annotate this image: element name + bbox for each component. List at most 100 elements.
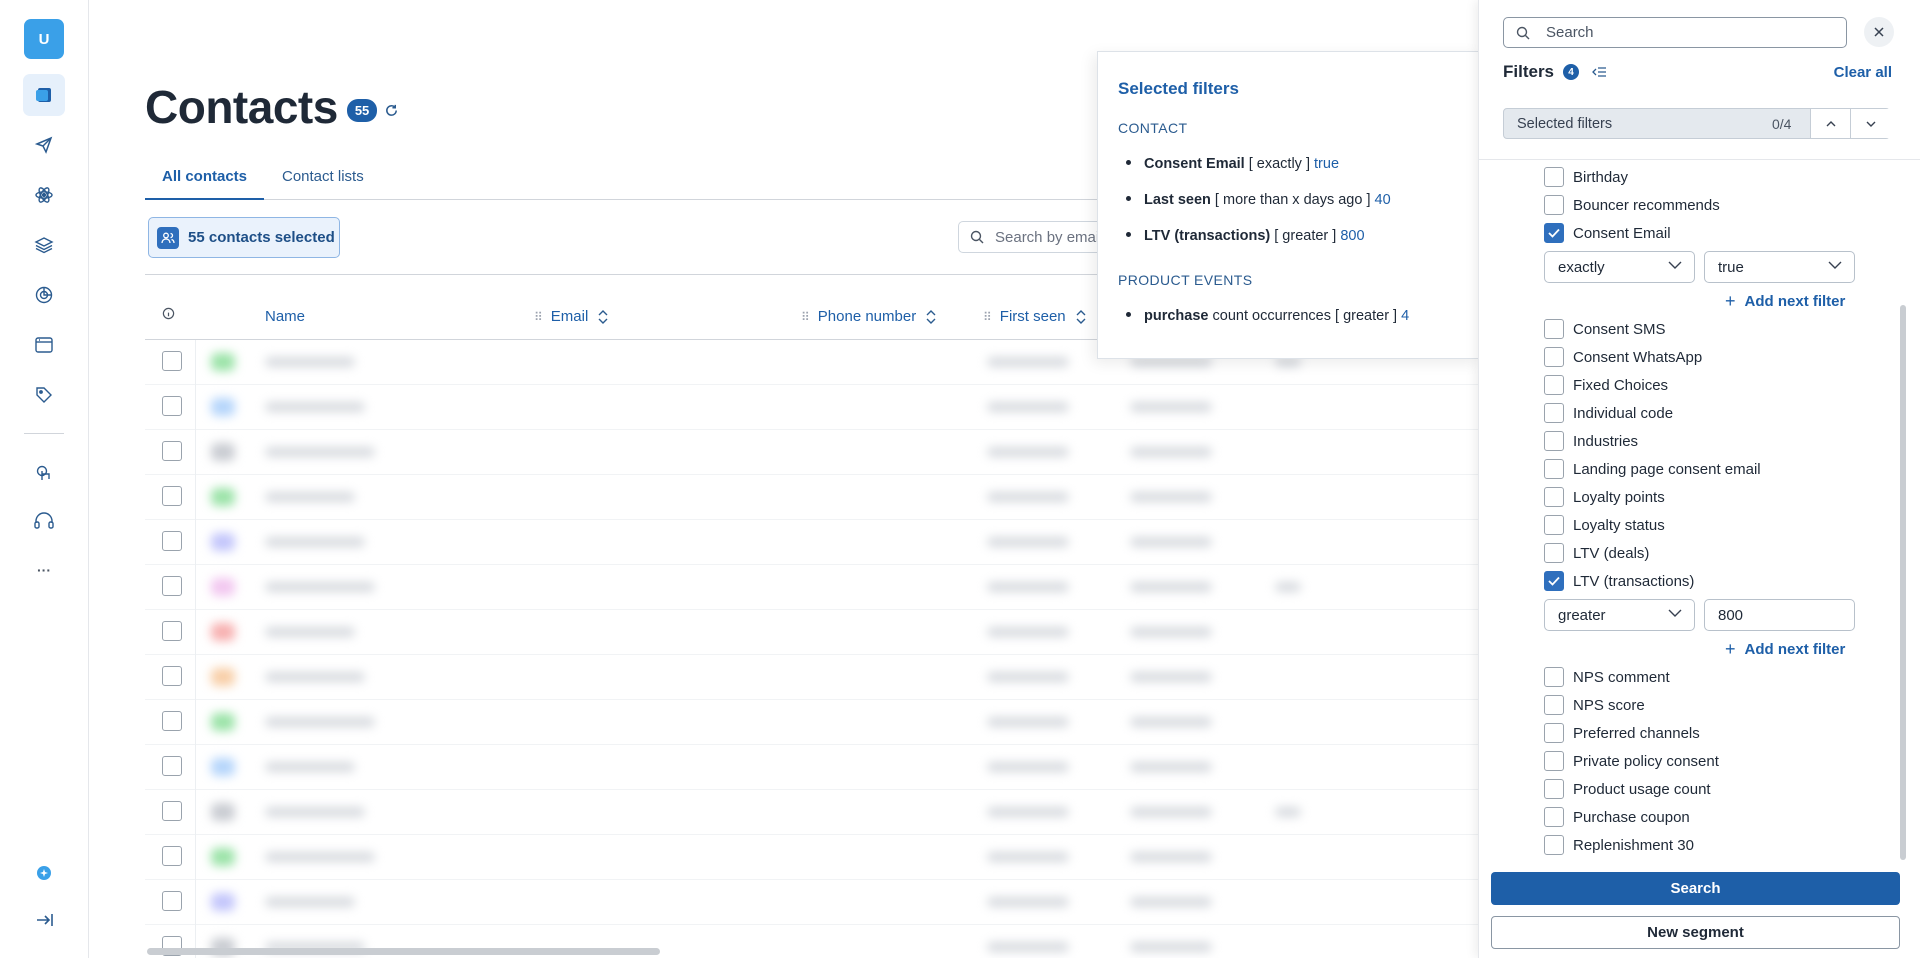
checkbox[interactable] — [1544, 459, 1564, 479]
contacts-icon[interactable] — [23, 74, 65, 116]
checkbox[interactable] — [1544, 319, 1564, 339]
add-next-filter-button[interactable]: + Add next filter — [1725, 291, 1845, 311]
tag-icon[interactable] — [23, 374, 65, 416]
filter-item-nps-comment[interactable]: NPS comment — [1544, 666, 1670, 688]
table-row[interactable] — [145, 475, 1479, 520]
atom-icon[interactable] — [23, 174, 65, 216]
table-row[interactable] — [145, 565, 1479, 610]
filter-item-consent-whatsapp[interactable]: Consent WhatsApp — [1544, 346, 1702, 368]
filter-item-fixed-choices[interactable]: Fixed Choices — [1544, 374, 1668, 396]
checkbox[interactable] — [1544, 695, 1564, 715]
column-header-email[interactable]: ⠿ Email — [534, 308, 608, 325]
row-checkbox[interactable] — [162, 666, 182, 686]
row-checkbox[interactable] — [162, 351, 182, 371]
column-header-first-seen[interactable]: ⠿ First seen — [983, 308, 1086, 325]
row-checkbox[interactable] — [162, 396, 182, 416]
table-row[interactable] — [145, 385, 1479, 430]
filter-item-preferred-channels[interactable]: Preferred channels — [1544, 722, 1700, 744]
new-segment-button[interactable]: New segment — [1491, 916, 1900, 949]
filter-item-bouncer-recommends[interactable]: Bouncer recommends — [1544, 194, 1720, 216]
filter-item-individual-code[interactable]: Individual code — [1544, 402, 1673, 424]
checkbox[interactable] — [1544, 835, 1564, 855]
checkbox[interactable] — [1544, 515, 1564, 535]
checkbox[interactable] — [1544, 167, 1564, 187]
row-checkbox[interactable] — [162, 576, 182, 596]
ltv-transactions-value-input[interactable]: 800 — [1704, 599, 1855, 631]
consent-email-value-select[interactable]: true — [1704, 251, 1855, 283]
checkbox[interactable] — [1544, 375, 1564, 395]
table-row[interactable] — [145, 745, 1479, 790]
checkbox[interactable] — [1544, 487, 1564, 507]
table-row[interactable] — [145, 520, 1479, 565]
checkbox[interactable] — [1544, 347, 1564, 367]
more-icon[interactable]: ··· — [23, 549, 65, 591]
checkbox[interactable] — [1544, 667, 1564, 687]
row-checkbox[interactable] — [162, 441, 182, 461]
table-row[interactable] — [145, 835, 1479, 880]
add-next-filter-button[interactable]: + Add next filter — [1725, 639, 1845, 659]
filters-search-input[interactable]: Search — [1503, 17, 1847, 48]
drag-handle-icon[interactable]: ⠿ — [983, 310, 992, 324]
row-checkbox[interactable] — [162, 486, 182, 506]
row-checkbox[interactable] — [162, 711, 182, 731]
filter-item-industries[interactable]: Industries — [1544, 430, 1638, 452]
filter-item-loyalty-points[interactable]: Loyalty points — [1544, 486, 1665, 508]
tab-contact-lists[interactable]: Contact lists — [265, 160, 381, 200]
vertical-scrollbar[interactable] — [1900, 305, 1906, 860]
column-header-phone[interactable]: ⠿ Phone number — [801, 308, 936, 325]
collapse-list-icon[interactable] — [1592, 66, 1607, 78]
chevron-down-icon[interactable] — [1850, 109, 1890, 138]
drag-handle-icon[interactable]: ⠿ — [534, 310, 543, 324]
filter-item-landing-page-consent-email[interactable]: Landing page consent email — [1544, 458, 1761, 480]
filter-item-birthday[interactable]: Birthday — [1544, 166, 1628, 188]
info-icon[interactable] — [162, 307, 175, 320]
row-checkbox[interactable] — [162, 531, 182, 551]
ltv-transactions-operator-select[interactable]: greater — [1544, 599, 1695, 631]
checkbox[interactable] — [1544, 195, 1564, 215]
checkbox-checked[interactable] — [1544, 571, 1564, 591]
checkbox[interactable] — [1544, 543, 1564, 563]
table-row[interactable] — [145, 610, 1479, 655]
filter-item-product-usage-count[interactable]: Product usage count — [1544, 778, 1711, 800]
user-avatar[interactable]: U — [24, 19, 64, 59]
filter-item-ltv-transactions[interactable]: LTV (transactions) — [1544, 570, 1694, 592]
table-row[interactable] — [145, 700, 1479, 745]
filter-item-private-policy-consent[interactable]: Private policy consent — [1544, 750, 1719, 772]
checkbox[interactable] — [1544, 723, 1564, 743]
row-checkbox[interactable] — [162, 621, 182, 641]
table-row[interactable] — [145, 430, 1479, 475]
filter-item-purchase-coupon[interactable]: Purchase coupon — [1544, 806, 1690, 828]
table-row[interactable] — [145, 655, 1479, 700]
clear-all-button[interactable]: Clear all — [1834, 64, 1892, 81]
contacts-selected-chip[interactable]: 55 contacts selected — [148, 217, 340, 258]
consent-email-operator-select[interactable]: exactly — [1544, 251, 1695, 283]
filter-item-replenishment-30[interactable]: Replenishment 30 — [1544, 834, 1694, 856]
chevron-up-icon[interactable] — [1810, 109, 1850, 138]
checkbox[interactable] — [1544, 779, 1564, 799]
row-checkbox[interactable] — [162, 801, 182, 821]
filter-item-consent-sms[interactable]: Consent SMS — [1544, 318, 1666, 340]
filter-item-nps-score[interactable]: NPS score — [1544, 694, 1645, 716]
table-row[interactable] — [145, 880, 1479, 925]
sparkle-icon[interactable] — [23, 852, 65, 894]
segments-icon[interactable] — [23, 274, 65, 316]
browser-icon[interactable] — [23, 324, 65, 366]
close-icon[interactable] — [1864, 17, 1894, 47]
drag-handle-icon[interactable]: ⠿ — [801, 310, 810, 324]
filter-item-ltv-deals[interactable]: LTV (deals) — [1544, 542, 1649, 564]
checkbox[interactable] — [1544, 403, 1564, 423]
row-checkbox[interactable] — [162, 891, 182, 911]
tab-all-contacts[interactable]: All contacts — [145, 160, 265, 200]
sort-icon[interactable] — [1076, 309, 1086, 325]
row-checkbox[interactable] — [162, 846, 182, 866]
search-button[interactable]: Search — [1491, 872, 1900, 905]
checkbox[interactable] — [1544, 751, 1564, 771]
checkbox[interactable] — [1544, 431, 1564, 451]
layers-icon[interactable] — [23, 224, 65, 266]
send-icon[interactable] — [23, 124, 65, 166]
row-checkbox[interactable] — [162, 756, 182, 776]
sort-icon[interactable] — [598, 309, 608, 325]
column-header-name[interactable]: Name — [265, 308, 305, 325]
refresh-icon[interactable] — [384, 103, 399, 118]
filter-item-loyalty-status[interactable]: Loyalty status — [1544, 514, 1665, 536]
